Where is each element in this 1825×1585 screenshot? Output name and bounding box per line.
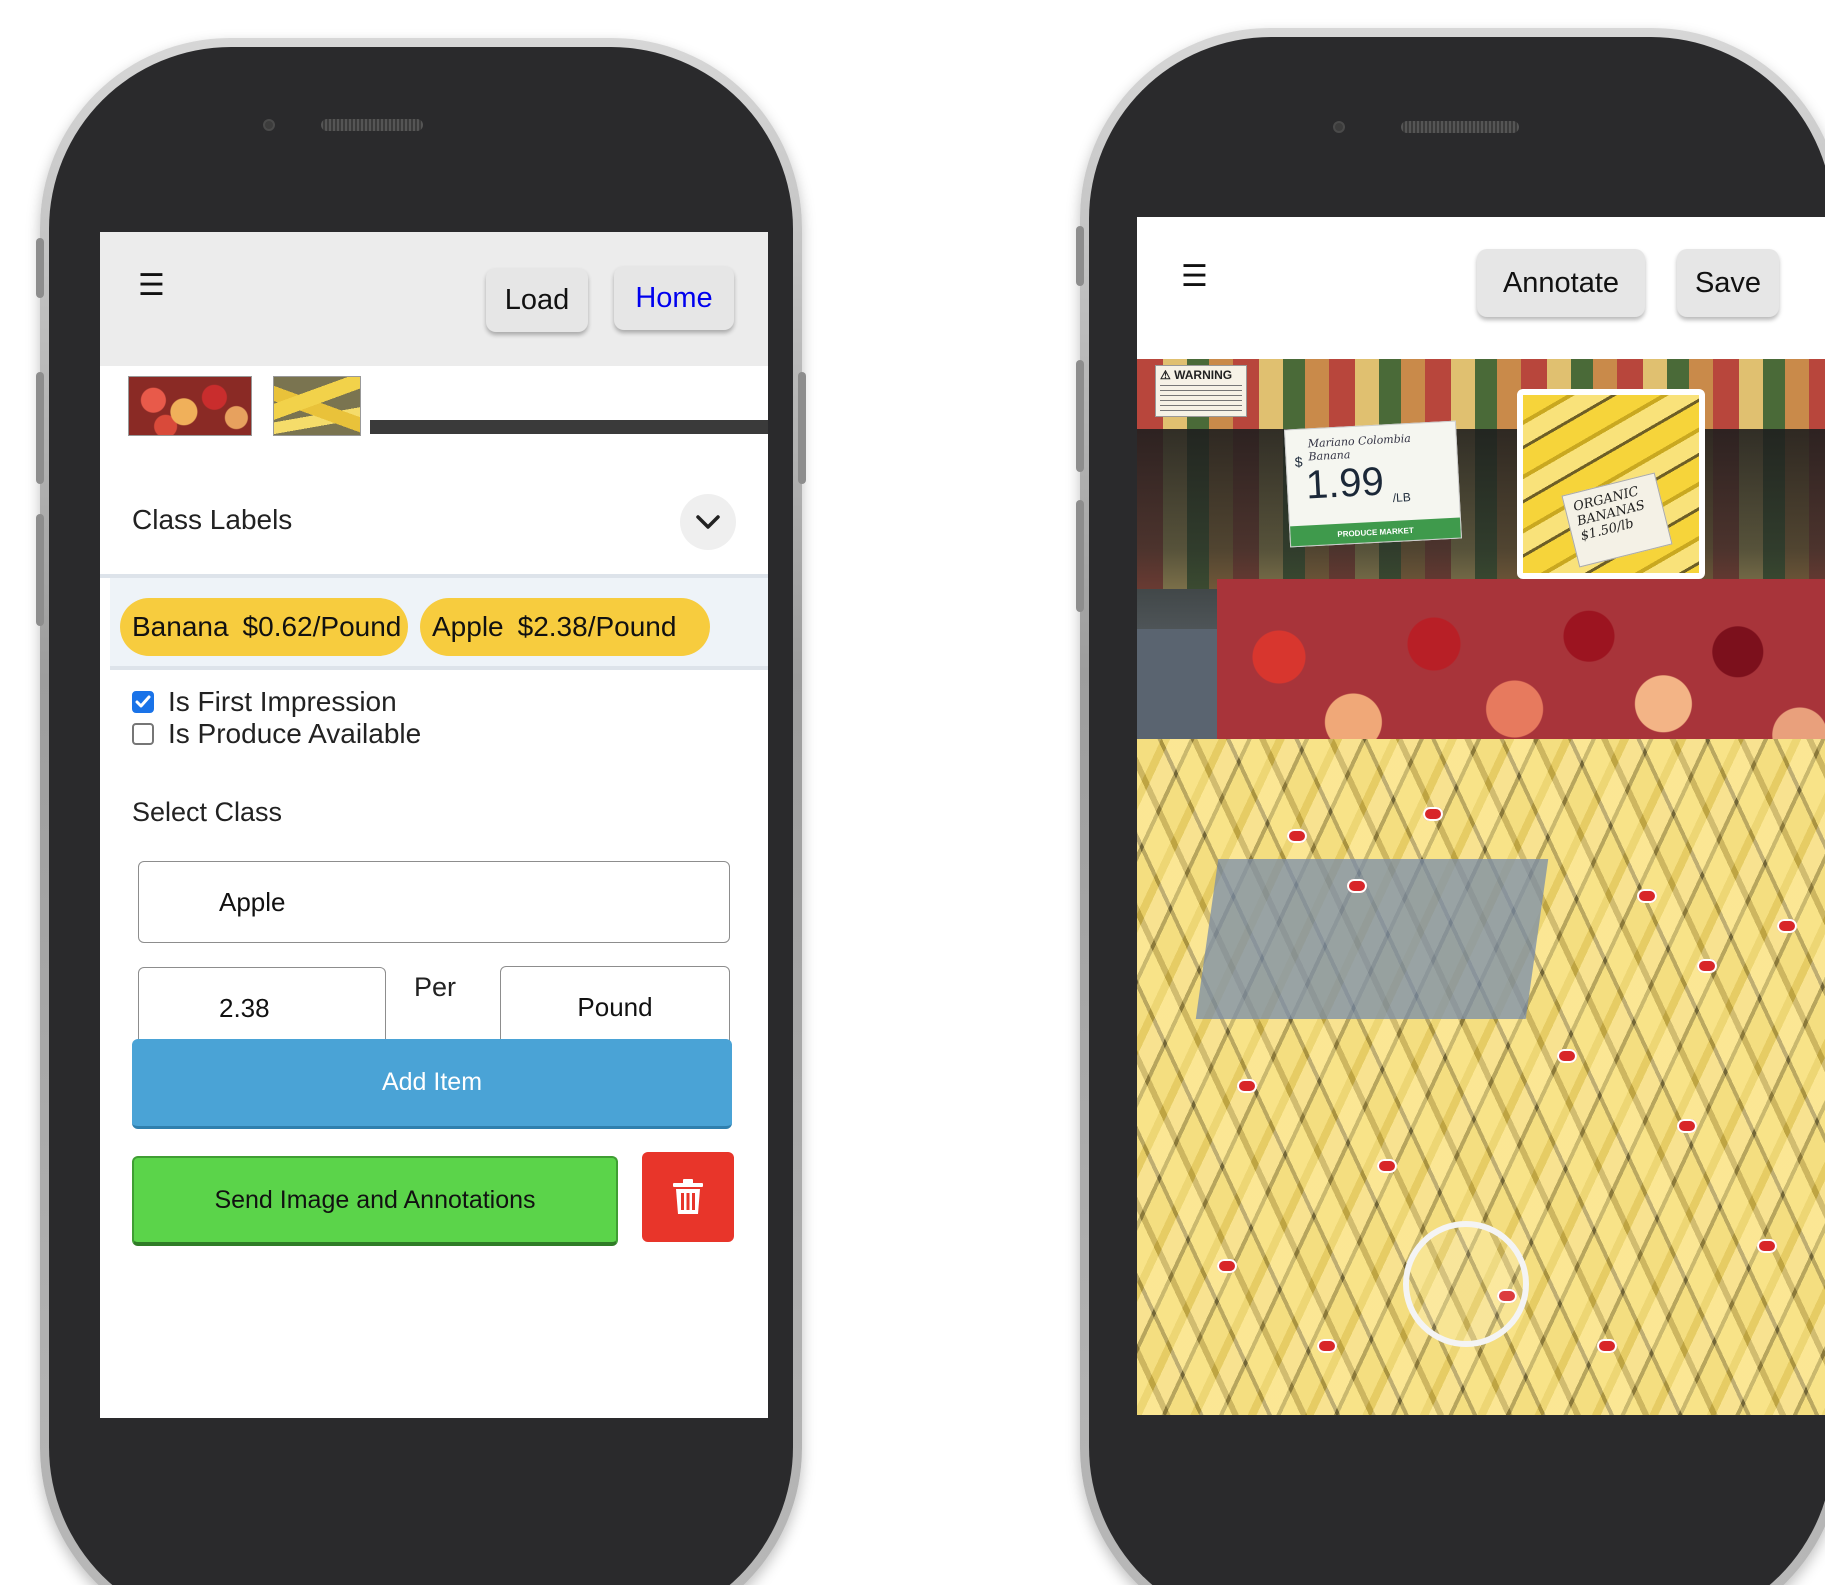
side-volume-down [1076,500,1084,612]
produce-available-row[interactable]: Is Produce Available [132,718,421,750]
chip-price: $2.38/Pound [517,611,677,642]
hamburger-menu-icon[interactable]: ☰ [1181,259,1208,294]
banana-price-sign: Mariano Colombia Banana $ 1.99 /LB PRODU… [1284,420,1462,548]
warning-sign: ⚠ WARNING [1155,365,1247,417]
speaker-grille [321,119,423,131]
price-sign-unit: /LB [1392,490,1412,505]
shutter-button-icon[interactable] [1403,1221,1529,1347]
right-phone-body: ☰ Annotate Save ⚠ WARNING Mariano Colomb… [1089,37,1825,1585]
side-mute-switch [36,238,44,298]
photo-display-table [1195,859,1549,1019]
home-button[interactable]: Home [614,266,734,330]
top-bar: ☰ Annotate Save [1137,217,1825,359]
side-volume-up [1076,360,1084,472]
side-power-button [798,372,806,484]
unit-input-value: Pound [577,991,653,1022]
produce-available-label: Is Produce Available [168,718,422,749]
first-impression-checkbox[interactable] [132,691,154,713]
price-sign-value: 1.99 [1304,459,1385,508]
trash-icon [673,1179,703,1214]
right-app-screen: ☰ Annotate Save ⚠ WARNING Mariano Colomb… [1137,217,1825,1415]
apples-thumbnail[interactable] [128,376,252,436]
unit-input[interactable]: Pound [500,966,730,1048]
class-chip-apple[interactable]: Apple $2.38/Pound [420,598,710,656]
price-input-value: 2.38 [219,992,270,1023]
left-app-screen: ☰ Load Home Class Labels Banana $0.62/Po… [100,232,768,1418]
side-mute-switch [1076,226,1084,286]
warning-sign-text: ⚠ WARNING [1160,368,1233,382]
class-chip-banana[interactable]: Banana $0.62/Pound [120,598,408,656]
organic-bananas-tag: ORGANIC BANANAS $1.50/lb [1561,472,1673,568]
class-select-field[interactable]: Apple [138,861,730,943]
send-image-button[interactable]: Send Image and Annotations [132,1156,618,1246]
price-sign-script: Mariano Colombia Banana [1307,431,1412,464]
panel-title: Class Labels [132,504,293,535]
side-volume-up [36,372,44,484]
bananas-thumbnail[interactable] [273,376,361,436]
save-button[interactable]: Save [1677,249,1779,317]
thumbnail-strip [100,366,768,436]
first-impression-row[interactable]: Is First Impression [132,686,397,718]
front-camera [1333,121,1345,133]
chevron-down-icon[interactable] [680,494,736,550]
left-phone-body: ☰ Load Home Class Labels Banana $0.62/Po… [49,47,793,1585]
produce-available-checkbox[interactable] [132,723,154,745]
load-button[interactable]: Load [486,268,588,332]
speaker-grille [1401,121,1519,133]
add-item-button[interactable]: Add Item [132,1039,732,1129]
left-phone-frame: ☰ Load Home Class Labels Banana $0.62/Po… [40,38,802,1585]
capture-preview-thumbnail[interactable]: ORGANIC BANANAS $1.50/lb [1517,389,1705,579]
front-camera [263,119,275,131]
class-select-value: Apple [219,886,286,917]
chip-price: $0.62/Pound [242,611,402,642]
per-label: Per [414,972,457,1002]
annotate-button[interactable]: Annotate [1477,249,1645,317]
strip-shadow [370,420,768,434]
top-bar: ☰ Load Home [100,232,768,366]
camera-viewfinder[interactable]: ⚠ WARNING Mariano Colombia Banana $ 1.99… [1137,359,1825,1415]
class-labels-panel: Class Labels Banana $0.62/Pound Apple $2… [100,474,768,1418]
chip-name: Banana [132,611,229,642]
class-chips-row: Banana $0.62/Pound Apple $2.38/Pound [110,578,768,670]
select-class-label: Select Class [132,797,283,827]
price-sign-dollar: $ [1294,453,1303,471]
first-impression-label: Is First Impression [168,686,397,717]
delete-button[interactable] [642,1152,734,1242]
hamburger-menu-icon[interactable]: ☰ [138,268,165,303]
right-phone-frame: ☰ Annotate Save ⚠ WARNING Mariano Colomb… [1080,28,1825,1585]
price-input[interactable]: 2.38 [138,967,386,1049]
chip-name: Apple [432,611,504,642]
side-volume-down [36,514,44,626]
